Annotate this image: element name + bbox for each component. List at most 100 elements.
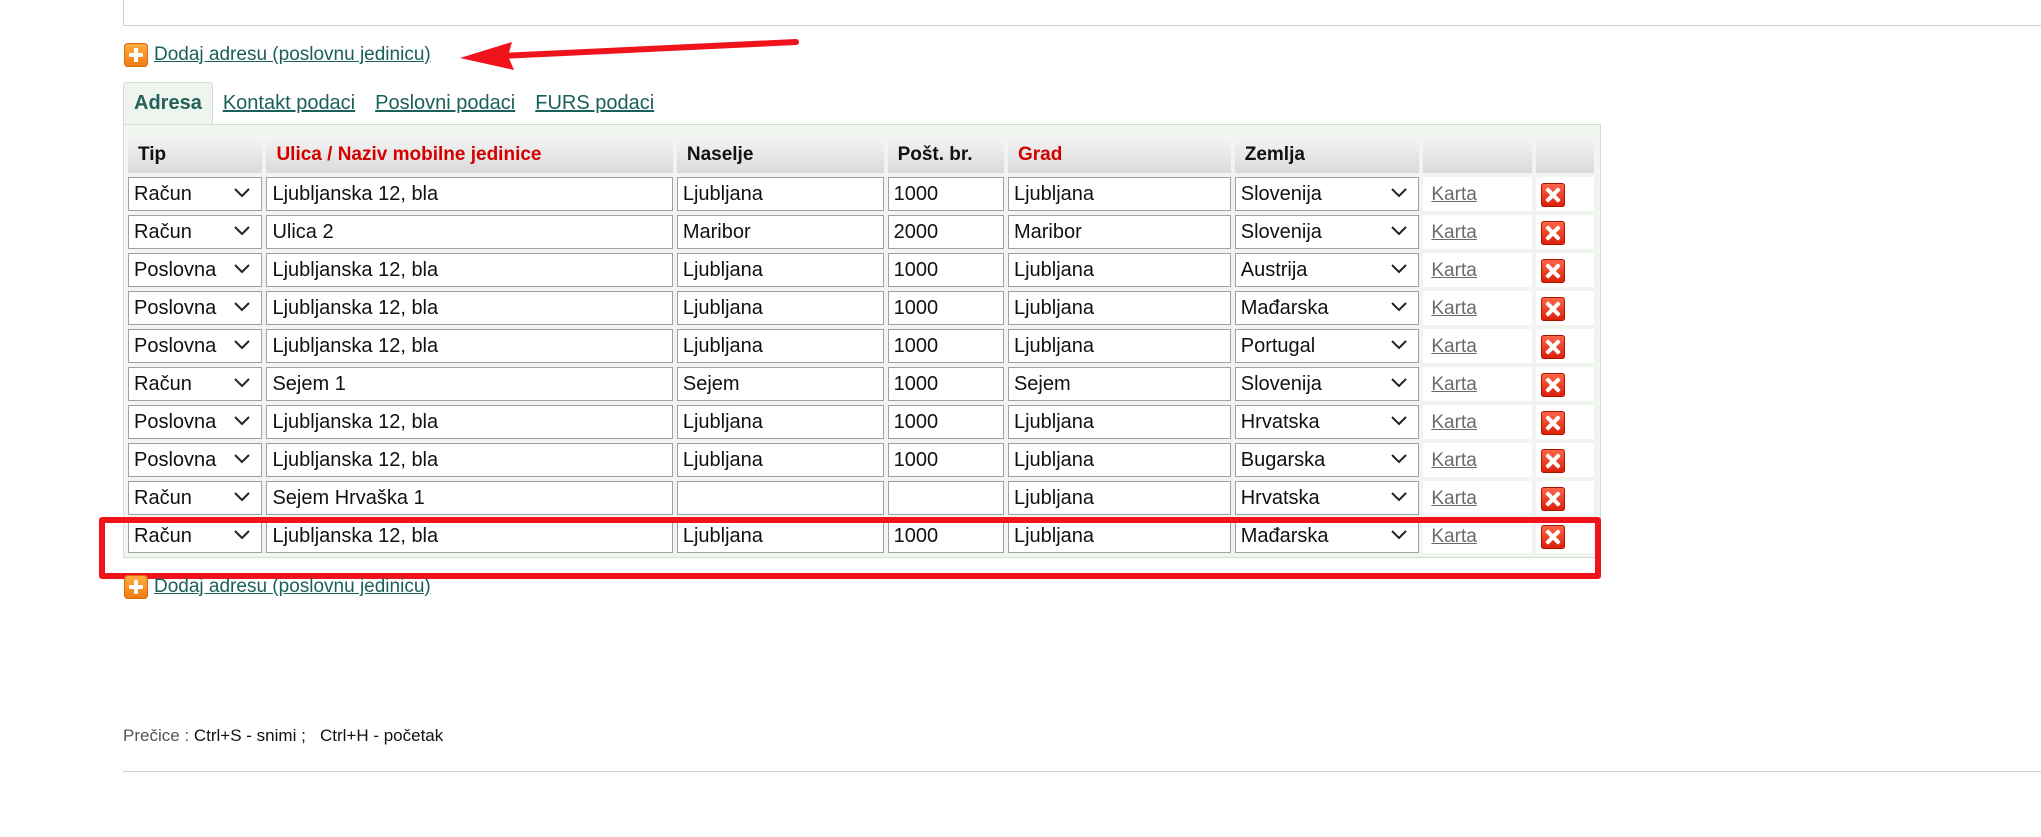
- post-br-input[interactable]: 1000: [887, 253, 1004, 287]
- delete-icon[interactable]: [1540, 411, 1565, 435]
- tip-select[interactable]: Poslovna: [128, 291, 263, 325]
- naselje-input[interactable]: Ljubljana: [676, 329, 884, 363]
- tab-kontakt-podaci[interactable]: Kontakt podaci: [213, 82, 365, 124]
- ulica-input[interactable]: Ljubljanska 12, bla: [266, 291, 673, 325]
- table-row: Poslovna Ljubljanska 12, bla Ljubljana 1000…: [128, 253, 1594, 287]
- map-link[interactable]: Karta: [1431, 260, 1476, 282]
- delete-icon[interactable]: [1540, 373, 1565, 397]
- header-karta: [1423, 137, 1532, 173]
- post-br-input[interactable]: 1000: [887, 405, 1004, 439]
- zemlja-select[interactable]: Portugal: [1234, 329, 1420, 363]
- add-address-label: Dodaj adresu (poslovnu jedinicu): [154, 44, 431, 65]
- ulica-input[interactable]: Ljubljanska 12, bla: [266, 519, 673, 553]
- delete-icon[interactable]: [1540, 487, 1565, 511]
- tip-select[interactable]: Poslovna: [128, 405, 263, 439]
- header-naselje: Naselje: [676, 137, 884, 173]
- ulica-input[interactable]: Ljubljanska 12, bla: [266, 177, 673, 211]
- tip-select[interactable]: Poslovna: [128, 329, 263, 363]
- address-rows: Račun Ljubljanska 12, bla Ljubljana 1000 Lju…: [128, 177, 1594, 553]
- tab-poslovni-podaci[interactable]: Poslovni podaci: [365, 82, 525, 124]
- zemlja-select[interactable]: Hrvatska: [1234, 405, 1420, 439]
- naselje-input[interactable]: [676, 481, 884, 515]
- grad-input[interactable]: Ljubljana: [1007, 329, 1231, 363]
- tip-select[interactable]: Poslovna: [128, 253, 263, 287]
- post-br-input[interactable]: 1000: [887, 443, 1004, 477]
- tab-adresa[interactable]: Adresa: [123, 82, 213, 124]
- shortcuts-label: Prečice :: [123, 726, 194, 745]
- tip-select[interactable]: Poslovna: [128, 443, 263, 477]
- tab-furs-podaci[interactable]: FURS podaci: [525, 82, 664, 124]
- post-br-input[interactable]: 1000: [887, 519, 1004, 553]
- grad-input[interactable]: Ljubljana: [1007, 519, 1231, 553]
- post-br-input[interactable]: 1000: [887, 367, 1004, 401]
- ulica-input[interactable]: Ljubljanska 12, bla: [266, 405, 673, 439]
- zemlja-select[interactable]: Mađarska: [1234, 291, 1420, 325]
- tip-select[interactable]: Račun: [128, 519, 263, 553]
- zemlja-select[interactable]: Mađarska: [1234, 519, 1420, 553]
- zemlja-value: Hrvatska: [1240, 410, 1320, 433]
- ulica-input[interactable]: Ljubljanska 12, bla: [266, 253, 673, 287]
- grad-input[interactable]: Ljubljana: [1007, 405, 1231, 439]
- zemlja-select[interactable]: Hrvatska: [1234, 481, 1420, 515]
- post-br-input[interactable]: 1000: [887, 291, 1004, 325]
- naselje-input[interactable]: Ljubljana: [676, 405, 884, 439]
- zemlja-select[interactable]: Austrija: [1234, 253, 1420, 287]
- delete-icon[interactable]: [1540, 335, 1565, 359]
- naselje-input[interactable]: Ljubljana: [676, 177, 884, 211]
- zemlja-select[interactable]: Slovenija: [1234, 367, 1420, 401]
- map-link[interactable]: Karta: [1431, 412, 1476, 434]
- grad-input[interactable]: Ljubljana: [1007, 253, 1231, 287]
- delete-icon[interactable]: [1540, 183, 1565, 207]
- table-row: Poslovna Ljubljanska 12, bla Ljubljana 1000…: [128, 405, 1594, 439]
- grad-input[interactable]: Ljubljana: [1007, 177, 1231, 211]
- ulica-input[interactable]: Ulica 2: [266, 215, 673, 249]
- ulica-input[interactable]: Sejem 1: [266, 367, 673, 401]
- ulica-input[interactable]: Ljubljanska 12, bla: [266, 329, 673, 363]
- plus-icon: [124, 43, 148, 67]
- post-br-input[interactable]: [887, 481, 1004, 515]
- naselje-input[interactable]: Maribor: [676, 215, 884, 249]
- post-br-input[interactable]: 2000: [887, 215, 1004, 249]
- tip-select[interactable]: Račun: [128, 481, 263, 515]
- map-link[interactable]: Karta: [1431, 222, 1476, 244]
- grad-input[interactable]: Ljubljana: [1007, 291, 1231, 325]
- tip-select[interactable]: Račun: [128, 215, 263, 249]
- map-link[interactable]: Karta: [1431, 374, 1476, 396]
- grad-input[interactable]: Maribor: [1007, 215, 1231, 249]
- grad-input[interactable]: Sejem: [1007, 367, 1231, 401]
- post-br-input[interactable]: 1000: [887, 329, 1004, 363]
- delete-icon[interactable]: [1540, 449, 1565, 473]
- map-link[interactable]: Karta: [1431, 488, 1476, 510]
- tip-select[interactable]: Račun: [128, 367, 263, 401]
- shortcut-save: Ctrl+S - snimi ;: [193, 726, 306, 745]
- map-link[interactable]: Karta: [1431, 336, 1476, 358]
- add-address-link-top[interactable]: Dodaj adresu (poslovnu jedinicu): [124, 43, 431, 67]
- post-br-input[interactable]: 1000: [887, 177, 1004, 211]
- grad-input[interactable]: Ljubljana: [1007, 481, 1231, 515]
- naselje-input[interactable]: Ljubljana: [676, 253, 884, 287]
- delete-icon[interactable]: [1540, 221, 1565, 245]
- table-row: Poslovna Ljubljanska 12, bla Ljubljana 1000…: [128, 329, 1594, 363]
- naselje-input[interactable]: Ljubljana: [676, 291, 884, 325]
- ulica-input[interactable]: Ljubljanska 12, bla: [266, 443, 673, 477]
- naselje-input[interactable]: Ljubljana: [676, 443, 884, 477]
- delete-icon[interactable]: [1540, 525, 1565, 549]
- add-address-link-bottom[interactable]: Dodaj adresu (poslovnu jedinicu): [124, 575, 431, 599]
- naselje-input[interactable]: Ljubljana: [676, 519, 884, 553]
- bottom-divider: [123, 771, 2041, 772]
- grad-input[interactable]: Ljubljana: [1007, 443, 1231, 477]
- map-link[interactable]: Karta: [1431, 526, 1476, 548]
- map-link[interactable]: Karta: [1431, 184, 1476, 206]
- delete-icon[interactable]: [1540, 297, 1565, 321]
- tip-select[interactable]: Račun: [128, 177, 263, 211]
- map-link[interactable]: Karta: [1431, 450, 1476, 472]
- zemlja-value: Mađarska: [1240, 524, 1329, 547]
- zemlja-select[interactable]: Bugarska: [1234, 443, 1420, 477]
- naselje-input[interactable]: Sejem: [676, 367, 884, 401]
- delete-icon[interactable]: [1540, 259, 1565, 283]
- ulica-input[interactable]: Sejem Hrvaška 1: [266, 481, 673, 515]
- chevron-down-icon: [234, 340, 251, 350]
- zemlja-select[interactable]: Slovenija: [1234, 177, 1420, 211]
- zemlja-select[interactable]: Slovenija: [1234, 215, 1420, 249]
- map-link[interactable]: Karta: [1431, 298, 1476, 320]
